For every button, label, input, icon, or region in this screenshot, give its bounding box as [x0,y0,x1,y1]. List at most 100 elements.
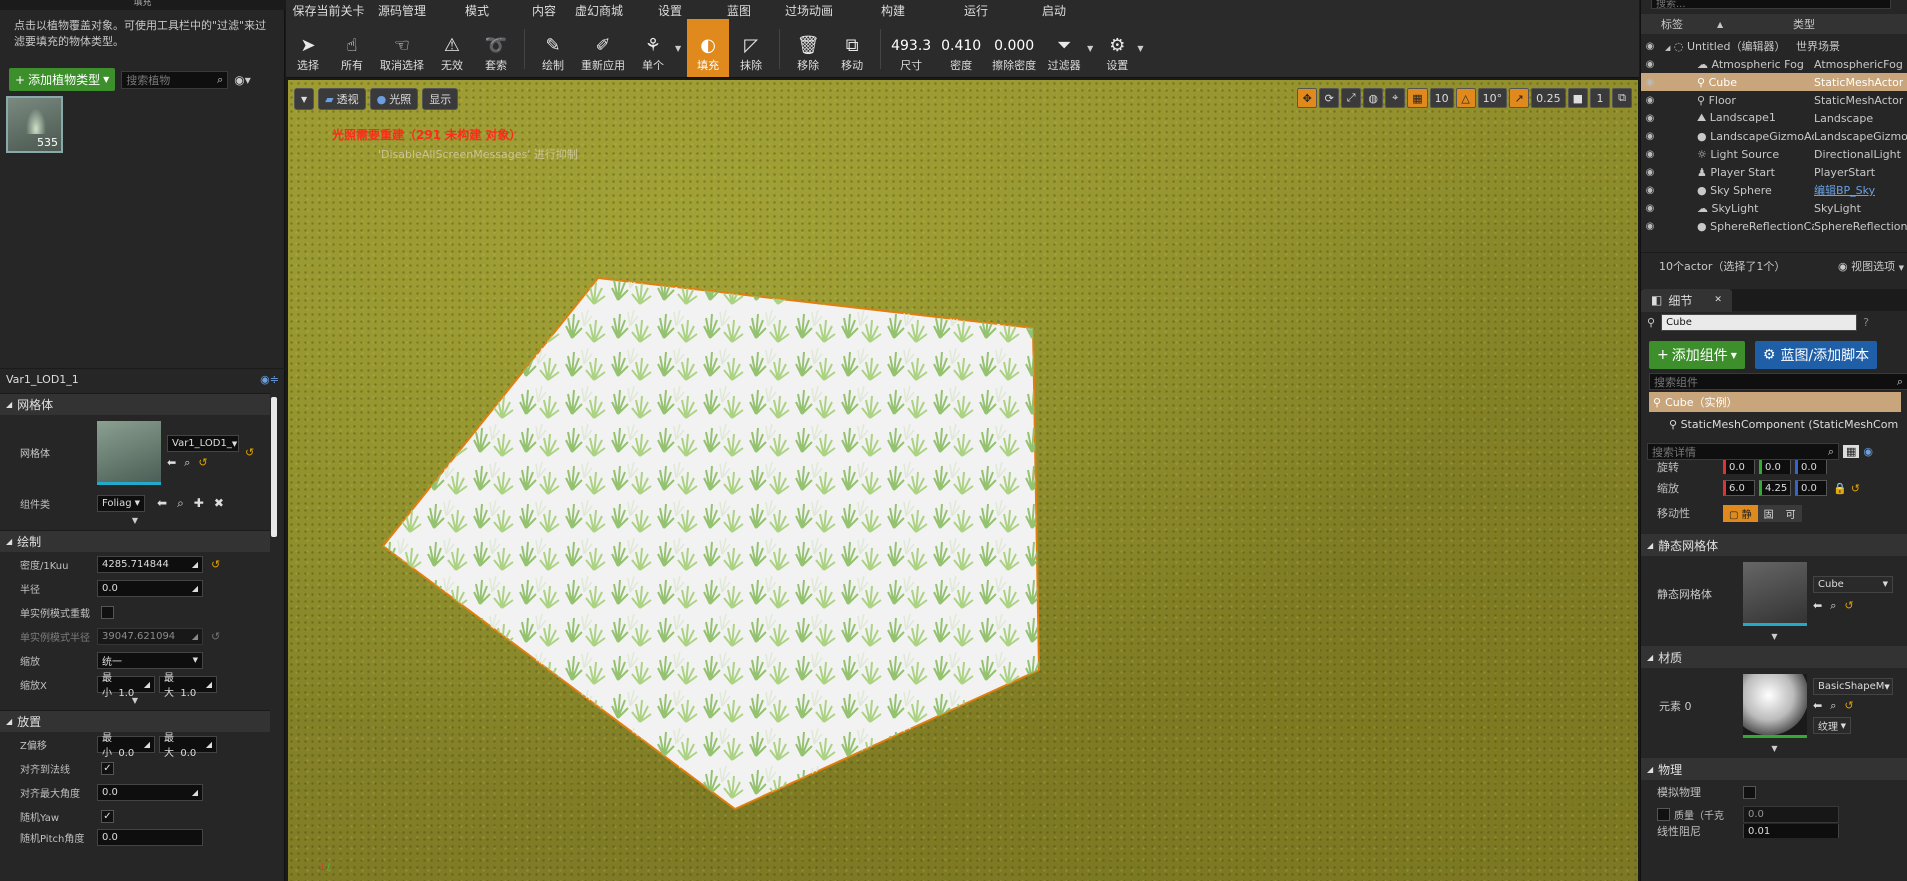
outliner-row[interactable]: ◉ ◢ ◌ Untitled（编辑器） 世界场景 [1641,37,1907,55]
physics-section-header[interactable]: ◢ 物理 [1641,758,1907,780]
outliner-row[interactable]: ◉ ⚲ Floor StaticMeshActor [1641,91,1907,109]
actor-name-input[interactable]: Cube [1661,314,1858,331]
expand-arrow-icon[interactable]: ▼ [0,696,270,710]
visibility-eye-icon[interactable]: ◉ [1641,185,1659,196]
search-foliage-input[interactable]: 搜索植物 ⌕ [121,70,229,89]
material-thumbnail[interactable] [1743,674,1807,738]
scale-snap-value[interactable]: 0.25 [1531,88,1566,108]
mesh-thumbnail[interactable] [97,420,161,485]
scale-x-input[interactable]: 6.0 [1723,480,1755,496]
visibility-eye-icon[interactable]: ◉ [1641,113,1659,124]
grid-snap-icon[interactable]: ▦ [1407,88,1428,108]
reset-icon[interactable]: ↺ [211,558,220,571]
menu-launch[interactable]: 启动 [1015,0,1093,20]
expand-arrow-icon[interactable]: ▼ [0,516,270,530]
scale-icon[interactable]: ⤢ [1341,88,1362,108]
use-selected-arrow-icon[interactable]: ⬅ [1813,599,1822,613]
visibility-eye-icon[interactable]: ◉ [1641,203,1659,214]
mass-override-checkbox[interactable] [1657,807,1670,821]
reset-to-default-icon[interactable]: ↺ [245,446,254,459]
random-yaw-checkbox[interactable] [101,809,114,823]
perspective-button[interactable]: ▰ 透视 [318,88,366,110]
visibility-eye-icon[interactable]: ◉ [1641,77,1659,88]
view-options-icon[interactable]: ◉▾ [234,73,251,87]
rotate-icon[interactable]: ⟳ [1319,88,1340,108]
materials-section-header[interactable]: ◢ 材质 [1641,646,1907,668]
outliner-row[interactable]: ◉ ● Sky Sphere 编辑BP_Sky [1641,181,1907,199]
brush-size-field[interactable]: 493.3 尺寸 [887,19,935,77]
scale-mode-dropdown[interactable]: 统一 ▼ [97,651,203,669]
scale-z-input[interactable]: 0.0 [1795,480,1827,496]
mobility-stationary-button[interactable]: 固 [1757,504,1780,522]
view-options-button[interactable]: ◉ 视图选项 ▼ [1838,258,1904,274]
visibility-eye-icon[interactable]: ◉ [1641,95,1659,106]
mesh-select-dropdown[interactable]: Var1_LOD1_ ▼ [167,435,239,452]
details-tab[interactable]: ◧ 细节 ✕ [1641,288,1732,312]
mesh-section-header[interactable]: ◢ 网格体 [0,393,270,415]
outliner-row[interactable]: ◉ ☁ Atmospheric Fog AtmosphericFog [1641,55,1907,73]
viewport-options-button[interactable]: ▼ [294,88,315,110]
use-selected-arrow-icon[interactable]: ⬅ [157,496,167,511]
radius-input[interactable]: 0.0 ◢ [97,579,203,597]
add-component-button[interactable]: + 添加组件 ▼ [1649,341,1745,369]
help-icon[interactable]: ◉≑ [260,373,279,386]
remove-tool[interactable]: 🗑 移除 [786,19,830,77]
browse-search-icon[interactable]: ⌕ [1830,599,1836,613]
simulate-physics-checkbox[interactable] [1743,785,1756,799]
linear-damping-input[interactable]: 0.01 [1743,824,1839,838]
instance-row[interactable]: ⚲ Cube（实例） [1649,392,1901,412]
random-pitch-input[interactable]: 0.0 [97,828,203,846]
move-tool[interactable]: ⧉ 移动 [830,19,874,77]
select-all-tool[interactable]: ☝ 所有 [330,19,374,77]
material-dropdown[interactable]: BasicShapeM ▼ [1813,678,1893,695]
use-selected-arrow-icon[interactable]: ⬅ [1813,699,1822,713]
property-matrix-icon[interactable]: ▦ [1843,445,1860,458]
single-tool[interactable]: ⚘ 单个 [631,19,675,77]
add-icon[interactable]: ✚ [194,496,204,511]
settings-button[interactable]: ⚙ 设置 [1097,19,1137,77]
browse-search-icon[interactable]: ⌕ [177,496,184,511]
menu-source-control[interactable]: 源码管理 [371,0,433,20]
dropdown-arrow-icon[interactable]: ▼ [1137,44,1143,53]
align-max-angle-input[interactable]: 0.0 ◢ [97,783,203,801]
select-tool[interactable]: ➤ 选择 [286,19,330,77]
reset-icon[interactable]: ↺ [198,456,207,470]
rotation-z-input[interactable]: 0.0 [1795,460,1827,474]
rotation-y-input[interactable]: 0.0 [1759,460,1791,474]
reapply-tool[interactable]: ✐ 重新应用 [575,19,631,77]
dropdown-arrow-icon[interactable]: ▼ [675,44,681,53]
show-button[interactable]: 显示 [422,88,459,110]
single-instance-override-checkbox[interactable] [101,605,114,619]
menu-content[interactable]: 内容 [521,0,567,20]
close-icon[interactable]: ✕ [1714,295,1722,305]
erase-density-field[interactable]: 0.000 擦除密度 [987,19,1041,77]
browse-search-icon[interactable]: ⌕ [1830,699,1836,713]
browse-search-icon[interactable]: ⌕ [184,456,190,470]
z-offset-min-input[interactable]: 最小 0.0 ◢ [97,733,155,759]
outliner-type-column[interactable]: 类型 [1787,16,1815,32]
add-foliage-type-button[interactable]: + 添加植物类型 ▼ [9,68,116,91]
filter-button[interactable]: ⏷ 过滤器 [1041,19,1087,77]
outliner-row-selected[interactable]: ◉ ⚲ Cube StaticMeshActor [1641,73,1907,91]
lock-icon[interactable]: 🔒 [1833,482,1847,495]
static-mesh-thumbnail[interactable] [1743,562,1807,626]
texture-dropdown[interactable]: 纹理 ▼ [1813,717,1851,734]
deselect-tool[interactable]: ☜ 取消选择 [374,19,430,77]
component-class-dropdown[interactable]: Foliag ▼ [97,494,145,512]
clear-icon[interactable]: ✖ [214,496,224,511]
outliner-row-type-link[interactable]: 编辑BP_Sky [1814,182,1875,198]
mobility-static-button[interactable]: ▢ 静 [1723,504,1758,522]
menu-save-level[interactable]: 保存当前关卡 [286,0,371,20]
camera-speed-icon[interactable]: ■ [1567,88,1588,108]
expand-arrow-icon[interactable]: ◢ [1665,44,1670,52]
menu-cinematics[interactable]: 过场动画 [769,0,849,20]
expand-arrow-icon[interactable]: ▼ [1641,744,1907,756]
visibility-eye-icon[interactable]: ◉ [1641,149,1659,160]
outliner-row[interactable]: ◉ ☼ Light Source DirectionalLight [1641,145,1907,163]
eye-icon[interactable]: ◉ [1863,445,1873,458]
scale-y-input[interactable]: 4.25 [1759,480,1791,496]
fill-tool[interactable]: ◐ 填充 [687,19,730,77]
menu-marketplace[interactable]: 虚幻商城 [567,0,631,20]
menu-modes[interactable]: 模式 [433,0,521,20]
rotation-x-input[interactable]: 0.0 [1723,460,1755,474]
